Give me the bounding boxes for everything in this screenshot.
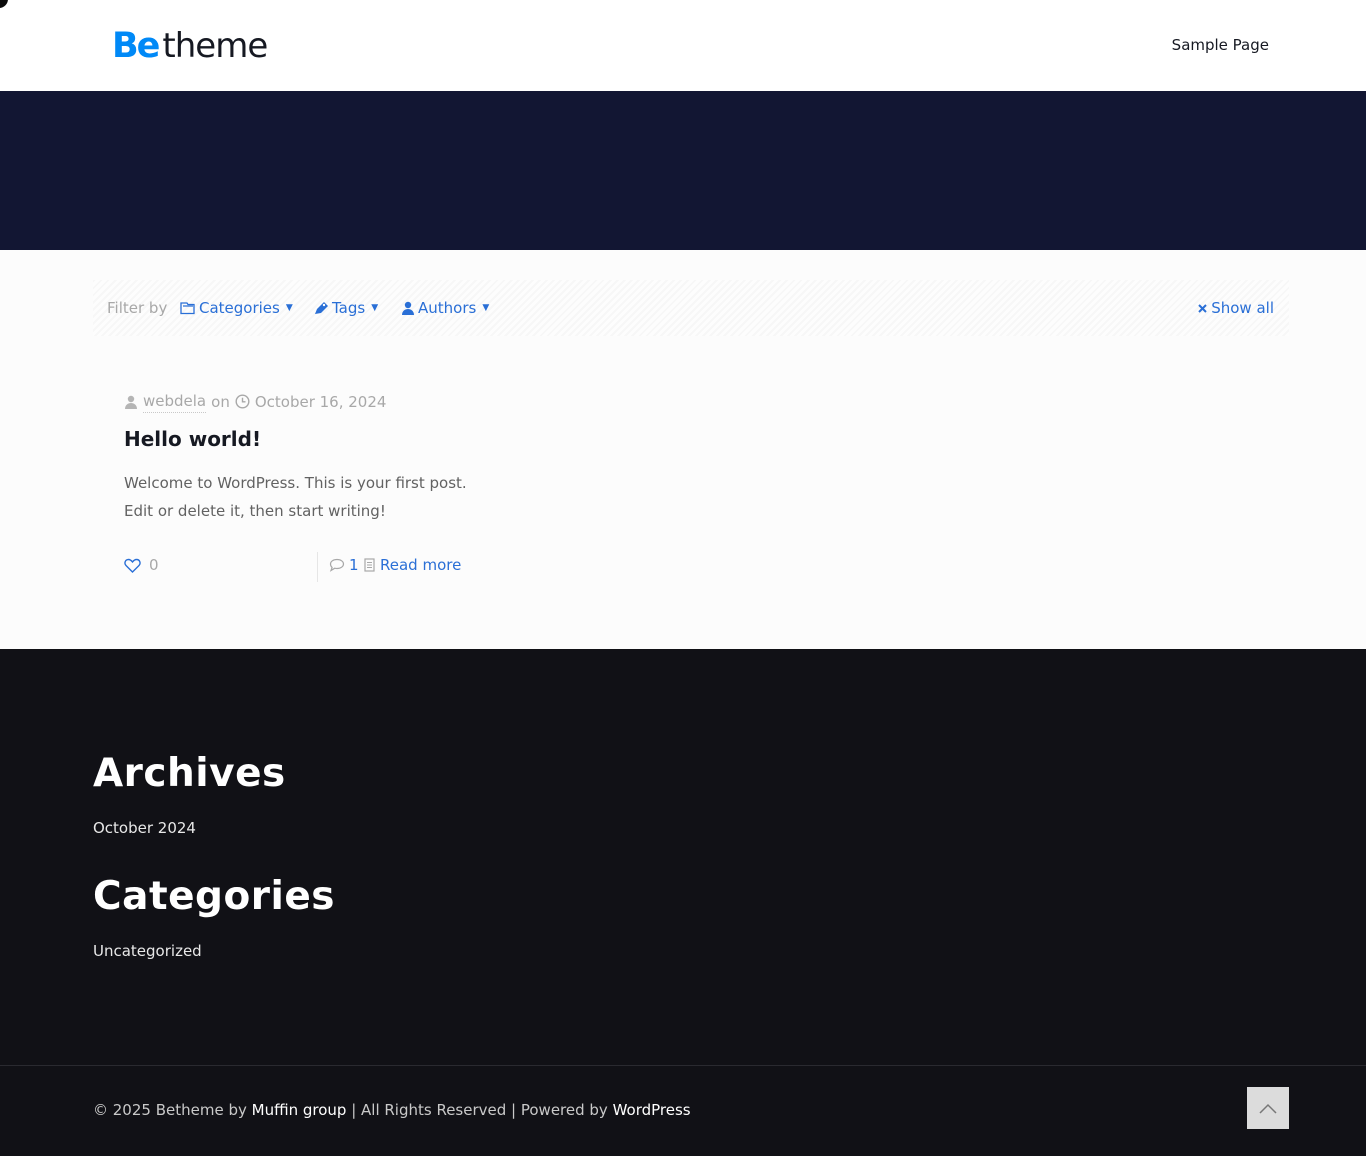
filter-bar: Filter by Categories ▼ Tags ▼ Authors ▼ … [93,280,1289,336]
corner-dot [0,0,8,8]
comment-count: 1 [349,556,359,574]
filter-tags-label: Tags [332,299,366,317]
document-icon [364,558,375,572]
categories-widget-title: Categories [93,874,336,919]
comment-icon [329,558,345,572]
caret-down-icon: ▼ [285,303,293,313]
post-footer-divider [317,552,318,582]
user-icon [402,301,414,315]
chevron-up-icon [1259,1103,1277,1114]
muffin-group-link[interactable]: Muffin group [252,1101,347,1119]
wordpress-link[interactable]: WordPress [613,1101,691,1119]
post-excerpt: Welcome to WordPress. This is your first… [124,469,604,525]
tag-icon [315,302,328,314]
author-icon [125,395,137,409]
categories-icon [180,302,195,315]
filter-authors[interactable]: Authors ▼ [401,298,489,318]
filter-categories-label: Categories [199,299,280,317]
post-meta-on: on [211,392,230,411]
caret-down-icon: ▼ [371,303,379,313]
archives-widget-title: Archives [93,751,286,796]
like-count: 0 [149,556,159,574]
clock-icon [235,394,250,409]
logo-be-text: Be [112,26,160,66]
site-header: Be theme Sample Page [0,0,1366,91]
heart-icon [124,558,141,573]
footer-divider [0,1065,1366,1066]
read-more-label: Read more [380,556,462,574]
show-all-label: Show all [1211,299,1274,317]
nav-item-sample-page[interactable]: Sample Page [1172,34,1269,56]
filter-by-label: Filter by [107,299,168,317]
copyright-middle: | All Rights Reserved | Powered by [346,1101,613,1119]
post-item: webdela on October 16, 2024 Hello world!… [124,390,604,525]
copyright-prefix: © 2025 Betheme by [93,1101,252,1119]
copyright-text: © 2025 Betheme by Muffin group | All Rig… [93,1100,691,1120]
logo-theme-text: theme [162,26,268,66]
post-author-link[interactable]: webdela [143,390,207,413]
archive-link[interactable]: October 2024 [93,818,196,838]
like-button[interactable]: 0 [124,556,159,574]
read-more-link[interactable]: Read more [364,556,461,574]
filter-authors-label: Authors [418,299,477,317]
comments-link[interactable]: 1 [329,556,359,574]
hero-banner [0,91,1366,250]
site-footer: Archives October 2024 Categories Uncateg… [0,649,1366,1156]
filter-categories[interactable]: Categories ▼ [180,298,293,318]
post-meta: webdela on October 16, 2024 [124,390,604,413]
show-all-button[interactable]: Show all [1198,298,1274,318]
filter-tags[interactable]: Tags ▼ [314,298,378,318]
post-date: October 16, 2024 [254,392,387,411]
back-to-top-button[interactable] [1247,1087,1289,1129]
category-link[interactable]: Uncategorized [93,941,202,961]
caret-down-icon: ▼ [482,303,490,313]
close-icon [1198,303,1207,313]
post-excerpt-line: Edit or delete it, then start writing! [124,502,386,520]
post-title[interactable]: Hello world! [124,425,604,453]
post-footer: 0 1 Read more [124,552,544,582]
site-logo[interactable]: Be theme [112,26,268,66]
post-excerpt-line: Welcome to WordPress. This is your first… [124,474,467,492]
